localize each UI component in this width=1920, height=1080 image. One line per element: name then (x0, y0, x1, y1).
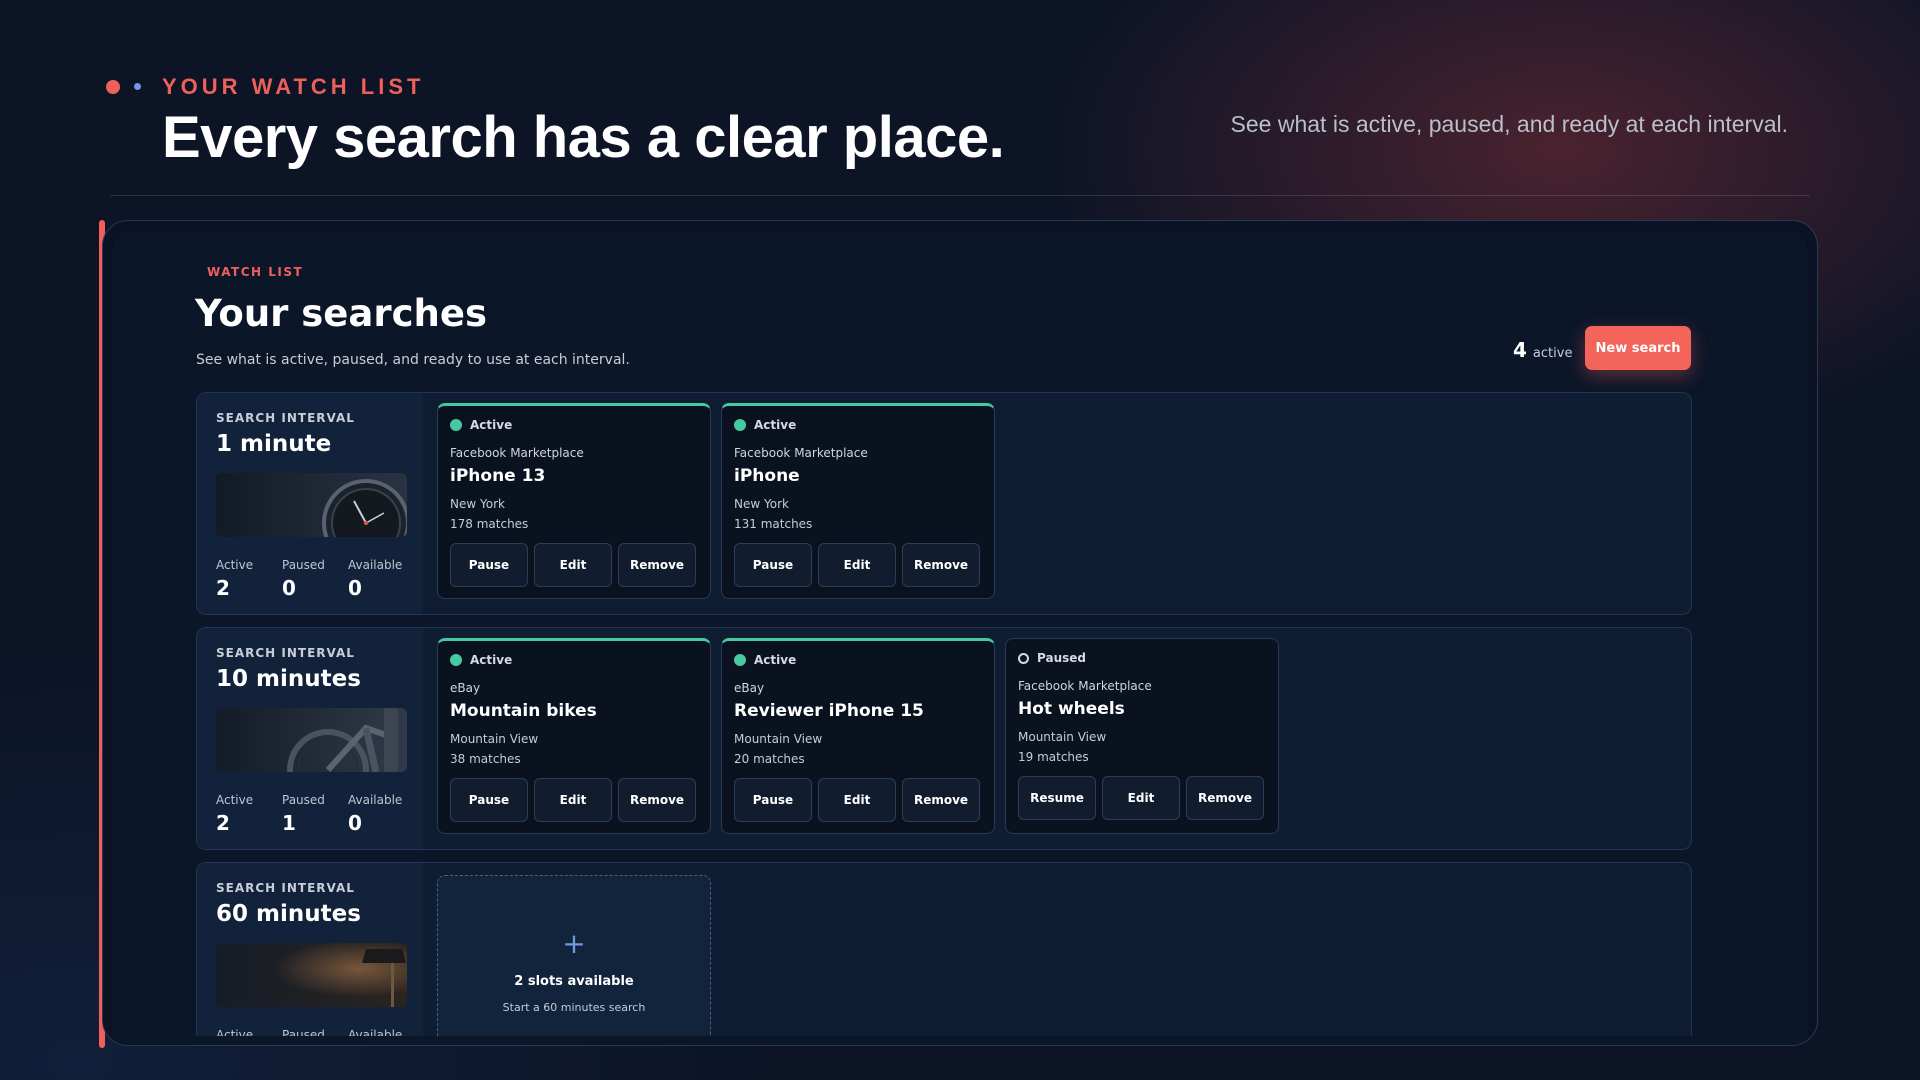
interval-eyebrow: SEARCH INTERVAL (216, 881, 355, 895)
interval-summary: SEARCH INTERVAL 60 minutes Active Paused (197, 863, 423, 1036)
stat-label-available: Available (348, 1028, 403, 1036)
interval-title: 60 minutes (216, 901, 361, 927)
plus-icon: + (562, 927, 586, 960)
stat-label-active: Active (216, 1028, 254, 1036)
interval-thumbnail-lamp (216, 943, 407, 1007)
add-search-slot[interactable]: + 2 slots available Start a 60 minutes s… (437, 875, 711, 1036)
interval-stats: Active Paused Available (216, 1028, 414, 1036)
stat-label-paused: Paused (282, 1028, 325, 1036)
interval-group-60-minutes: SEARCH INTERVAL 60 minutes Active Paused (196, 862, 1692, 1036)
group-clip: SEARCH INTERVAL 60 minutes Active Paused (0, 0, 1920, 1036)
slot-title: 2 slots available (514, 974, 634, 989)
slot-subtitle: Start a 60 minutes search (502, 1001, 646, 1014)
